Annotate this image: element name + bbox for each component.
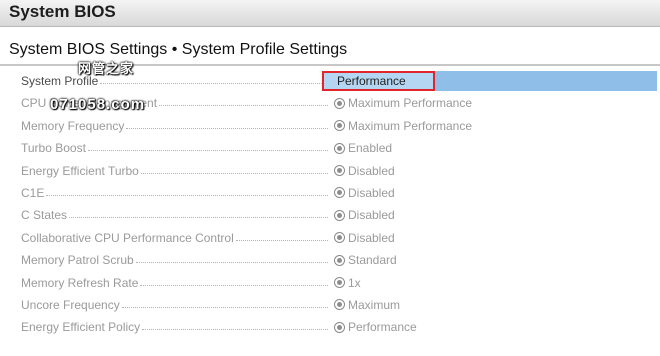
radio-button[interactable] (334, 277, 345, 289)
setting-label: Uncore Frequency (21, 297, 120, 312)
window-title: System BIOS (9, 2, 116, 21)
dotted-leader (46, 194, 328, 196)
radio-dot (337, 302, 342, 308)
setting-row[interactable]: Energy Efficient Policy Performance (0, 316, 660, 338)
radio-dot (337, 190, 342, 196)
setting-label: Turbo Boost (21, 141, 86, 156)
radio-button[interactable] (334, 299, 345, 311)
setting-value: Standard (348, 253, 397, 268)
radio-dot (337, 280, 342, 286)
dotted-leader (140, 172, 328, 174)
setting-row[interactable]: C1E Disabled (0, 182, 660, 204)
radio-button[interactable] (334, 232, 345, 244)
setting-label: Memory Refresh Rate (21, 275, 139, 290)
radio-button[interactable] (334, 142, 345, 154)
radio-button[interactable] (334, 254, 345, 266)
setting-row[interactable]: Collaborative CPU Performance Control Dis… (0, 227, 660, 249)
dotted-leader (235, 239, 328, 241)
dotted-leader (87, 150, 328, 152)
setting-label: Energy Efficient Turbo (21, 163, 139, 178)
setting-row[interactable]: C States Disabled (0, 204, 660, 226)
setting-value: Disabled (348, 163, 395, 178)
watermark-text: 网管之家 (78, 61, 135, 76)
setting-row[interactable]: Turbo Boost Enabled (0, 137, 660, 159)
radio-dot (337, 168, 342, 174)
setting-value: Maximum (348, 297, 401, 312)
radio-dot (337, 100, 342, 106)
dotted-leader (69, 217, 328, 219)
dotted-leader (142, 329, 328, 331)
radio-button[interactable] (334, 97, 345, 109)
radio-dot (337, 235, 342, 241)
page-title: System BIOS Settings • System Profile Se… (9, 41, 348, 58)
setting-row[interactable]: Energy Efficient Turbo Disabled (0, 160, 660, 182)
dotted-leader (126, 127, 328, 129)
dotted-leader (159, 105, 328, 107)
watermark-url: 071058.com (50, 96, 146, 113)
setting-label: Energy Efficient Policy (21, 320, 141, 335)
dotted-leader (135, 262, 328, 264)
dotted-leader (100, 83, 328, 84)
dotted-leader (121, 306, 328, 308)
radio-dot (337, 123, 342, 129)
dotted-leader (140, 284, 328, 286)
radio-button[interactable] (334, 321, 345, 333)
setting-value: Disabled (348, 208, 395, 223)
system-profile-value: Performance (337, 74, 406, 88)
setting-value: Performance (348, 320, 417, 335)
setting-value: Enabled (348, 141, 393, 156)
radio-dot (337, 212, 342, 218)
radio-button[interactable] (334, 187, 345, 199)
setting-label: C States (21, 208, 68, 223)
setting-value: Disabled (348, 185, 395, 200)
setting-value: Maximum Performance (348, 118, 473, 133)
setting-row[interactable]: Memory Frequency Maximum Performance (0, 115, 660, 137)
radio-dot (337, 324, 342, 330)
setting-label: Memory Frequency (21, 118, 125, 133)
radio-dot (337, 145, 342, 151)
radio-button[interactable] (334, 209, 345, 221)
setting-value: Disabled (348, 230, 395, 245)
setting-value: Maximum Performance (348, 96, 473, 111)
setting-row[interactable]: Uncore Frequency Maximum (0, 294, 660, 316)
radio-dot (337, 257, 342, 263)
title-bar: System BIOS (0, 0, 660, 27)
radio-button[interactable] (334, 120, 345, 132)
setting-label: C1E (21, 185, 45, 200)
setting-label: Collaborative CPU Performance Control (21, 230, 234, 245)
setting-row[interactable]: Memory Refresh Rate 1x (0, 272, 660, 294)
radio-button[interactable] (334, 165, 345, 177)
setting-row[interactable]: Memory Patrol Scrub Standard (0, 249, 660, 271)
setting-label: Memory Patrol Scrub (21, 253, 134, 268)
setting-value: 1x (348, 275, 361, 290)
